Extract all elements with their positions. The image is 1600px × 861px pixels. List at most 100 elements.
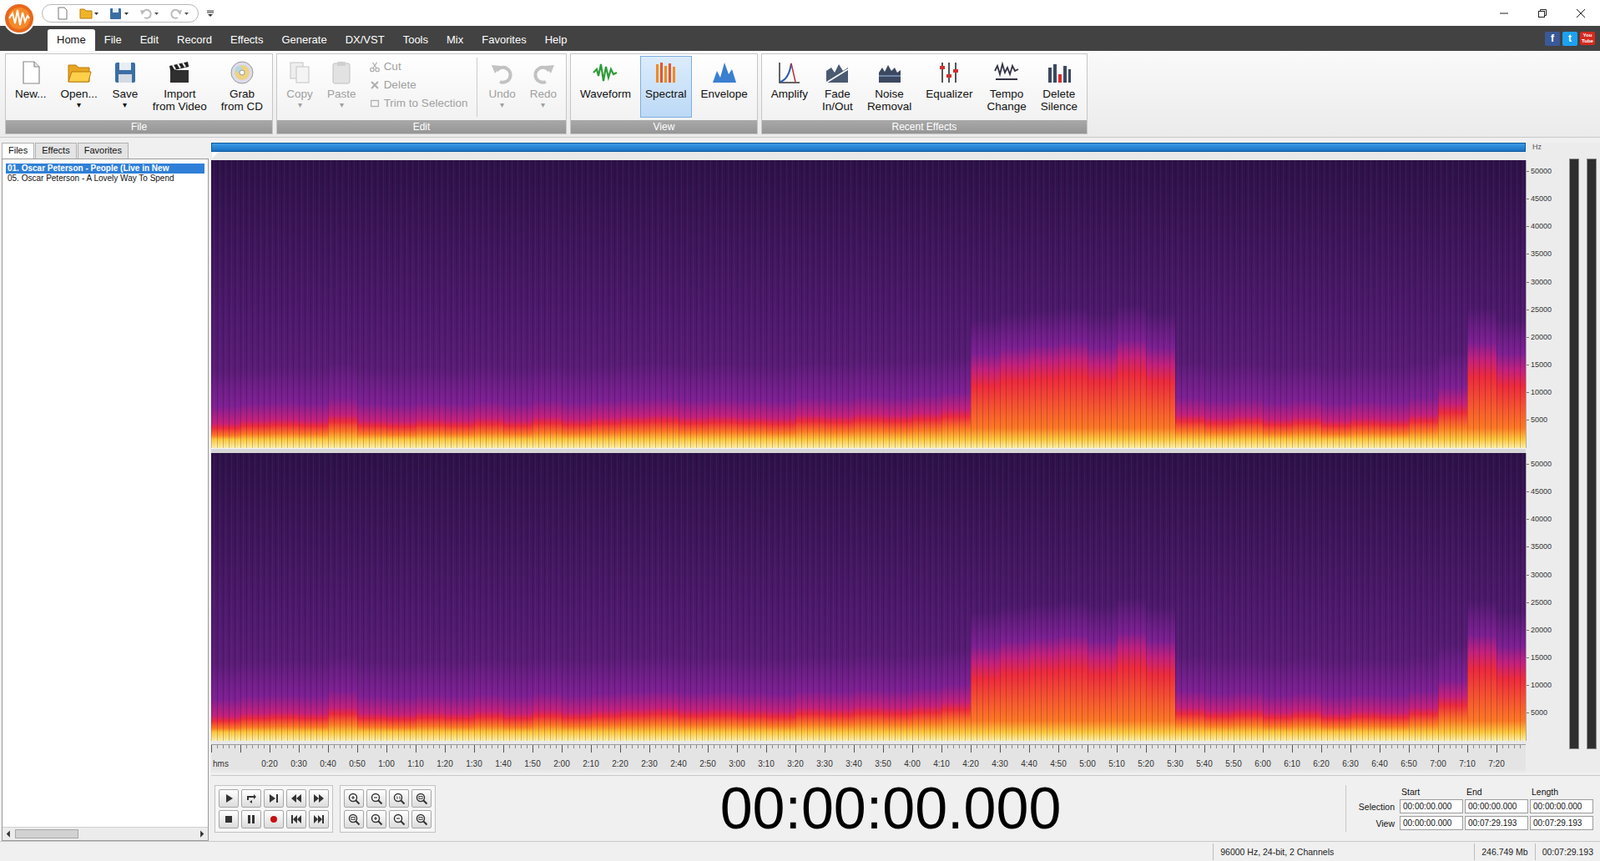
zoom-in-button[interactable]: [343, 789, 364, 808]
ribbon-button[interactable]: New...: [10, 55, 52, 118]
playhead-marker-icon[interactable]: [211, 151, 219, 159]
menu-tab[interactable]: Home: [47, 29, 96, 51]
zoom-in-vertical-button[interactable]: [366, 810, 387, 829]
loop-play-button[interactable]: [241, 789, 262, 808]
zoom-out-button[interactable]: [366, 789, 387, 808]
fast-forward-button[interactable]: [308, 789, 329, 808]
ruler-label: 6:30: [1342, 759, 1358, 770]
sidebar-tab[interactable]: Effects: [35, 142, 76, 159]
ribbon-button[interactable]: NoiseRemoval: [862, 55, 917, 118]
social-link[interactable]: You Tube: [1579, 31, 1595, 46]
zoom-100-button[interactable]: [388, 789, 409, 808]
ribbon-small-button[interactable]: Trim to Selection: [365, 94, 472, 112]
fade-icon: [823, 59, 851, 86]
menu-tab[interactable]: Effects: [221, 29, 273, 51]
axis-label: 50000: [1526, 166, 1566, 194]
ribbon-button[interactable]: DeleteSilence: [1035, 55, 1083, 118]
zoom-full-vertical-button[interactable]: [411, 810, 432, 829]
time-field[interactable]: 00:07:29.193: [1464, 816, 1529, 831]
menu-tab[interactable]: Help: [535, 29, 577, 51]
file-item[interactable]: 01. Oscar Peterson - People (Live in New: [5, 163, 205, 174]
zoom-selection-button[interactable]: [343, 810, 364, 829]
open-folder-icon[interactable]: [79, 6, 100, 21]
save-disk-icon[interactable]: [109, 6, 130, 21]
stop-button[interactable]: [218, 810, 239, 829]
spectrum-segment: [328, 160, 358, 449]
rewind-button[interactable]: [286, 789, 307, 808]
ribbon-button[interactable]: Envelope: [696, 55, 753, 118]
scroll-thumb[interactable]: [15, 829, 79, 839]
spectrum-segment: [824, 160, 854, 449]
dropdown-arrow[interactable]: ▾: [499, 100, 505, 110]
ribbon-button[interactable]: Save ▾: [106, 55, 144, 118]
overview-bar[interactable]: [211, 142, 1526, 152]
menu-tab[interactable]: Generate: [272, 29, 336, 51]
dropdown-arrow[interactable]: ▾: [339, 100, 344, 110]
app-logo-icon[interactable]: [2, 1, 36, 36]
spectrogram-channel[interactable]: [211, 160, 1526, 449]
scroll-track[interactable]: [15, 829, 196, 839]
spectrum-segment: [590, 453, 621, 742]
ribbon-button[interactable]: Undo ▾: [483, 55, 520, 118]
ribbon-button[interactable]: Redo ▾: [524, 55, 562, 118]
skip-to-start-button[interactable]: [286, 810, 307, 829]
zoom-full-button[interactable]: [411, 789, 432, 808]
play-button[interactable]: [218, 789, 239, 808]
ribbon-button[interactable]: Paste ▾: [322, 55, 362, 118]
dropdown-arrow[interactable]: ▾: [540, 100, 546, 110]
pause-button[interactable]: [241, 810, 262, 829]
dropdown-arrow[interactable]: ▾: [122, 100, 127, 110]
ribbon-button[interactable]: TempoChange: [981, 55, 1031, 118]
ruler-label: 4:10: [933, 759, 949, 770]
ribbon-small-button[interactable]: Cut: [365, 57, 472, 76]
spectrogram-channel[interactable]: [211, 453, 1526, 742]
ribbon-small-button[interactable]: Delete: [365, 75, 472, 94]
ribbon-button[interactable]: Spectral: [640, 55, 692, 118]
dropdown-arrow[interactable]: ▾: [76, 100, 81, 110]
menu-tab[interactable]: DX/VST: [336, 29, 394, 51]
sidebar-tab[interactable]: Files: [1, 142, 35, 159]
menu-tab[interactable]: Favorites: [472, 29, 536, 51]
customize-toolbar-icon[interactable]: [203, 6, 218, 21]
ribbon-button[interactable]: Importfrom Video: [147, 55, 212, 118]
ruler-label: 1:00: [378, 759, 394, 770]
dropdown-arrow[interactable]: ▾: [297, 100, 303, 110]
record-button[interactable]: [263, 810, 284, 829]
menu-tab[interactable]: Record: [167, 29, 222, 51]
ruler-label: 5:00: [1079, 759, 1096, 770]
play-to-end-button[interactable]: [263, 789, 284, 808]
ribbon-button[interactable]: Equalizer: [920, 55, 978, 118]
time-field[interactable]: 00:07:29.193: [1529, 816, 1594, 831]
ribbon-button[interactable]: FadeIn/Out: [817, 55, 859, 118]
menu-tab[interactable]: Tools: [393, 29, 438, 51]
zoom-out-vertical-button[interactable]: [388, 810, 409, 829]
time-field[interactable]: 00:00:00.000: [1399, 799, 1464, 814]
undo-arrow-icon[interactable]: [139, 6, 160, 21]
new-file-icon[interactable]: [55, 6, 70, 21]
skip-to-end-button[interactable]: [308, 810, 329, 829]
minimize-button[interactable]: [1484, 0, 1524, 26]
ribbon-button[interactable]: Amplify: [766, 55, 813, 118]
close-button[interactable]: [1561, 0, 1600, 26]
time-ruler[interactable]: hms0:200:300:400:501:001:101:201:301:401…: [211, 744, 1526, 771]
social-link[interactable]: f: [1544, 31, 1560, 46]
scroll-right-icon[interactable]: [196, 829, 207, 839]
ribbon-button[interactable]: Waveform: [575, 55, 636, 118]
ribbon-button[interactable]: Open... ▾: [55, 55, 103, 118]
main-area: FilesEffectsFavorites 01. Oscar Peterson…: [0, 142, 1600, 842]
menu-tab[interactable]: Mix: [437, 29, 473, 51]
file-item[interactable]: 05. Oscar Peterson - A Lovely Way To Spe…: [5, 173, 205, 184]
ribbon-button[interactable]: Grabfrom CD: [216, 55, 268, 118]
redo-arrow-icon[interactable]: [169, 6, 190, 21]
sidebar-tab[interactable]: Favorites: [77, 142, 129, 159]
scroll-left-icon[interactable]: [4, 829, 14, 839]
menu-tab[interactable]: Edit: [131, 29, 168, 51]
time-field[interactable]: 00:00:00.000: [1529, 799, 1594, 814]
menu-tab[interactable]: File: [95, 29, 132, 51]
social-link[interactable]: t: [1562, 31, 1578, 46]
time-field[interactable]: 00:00:00.000: [1399, 816, 1464, 831]
restore-button[interactable]: [1523, 0, 1562, 26]
horizontal-scrollbar[interactable]: [2, 827, 208, 841]
ribbon-button[interactable]: Copy ▾: [281, 55, 318, 118]
time-field[interactable]: 00:00:00.000: [1464, 799, 1529, 814]
